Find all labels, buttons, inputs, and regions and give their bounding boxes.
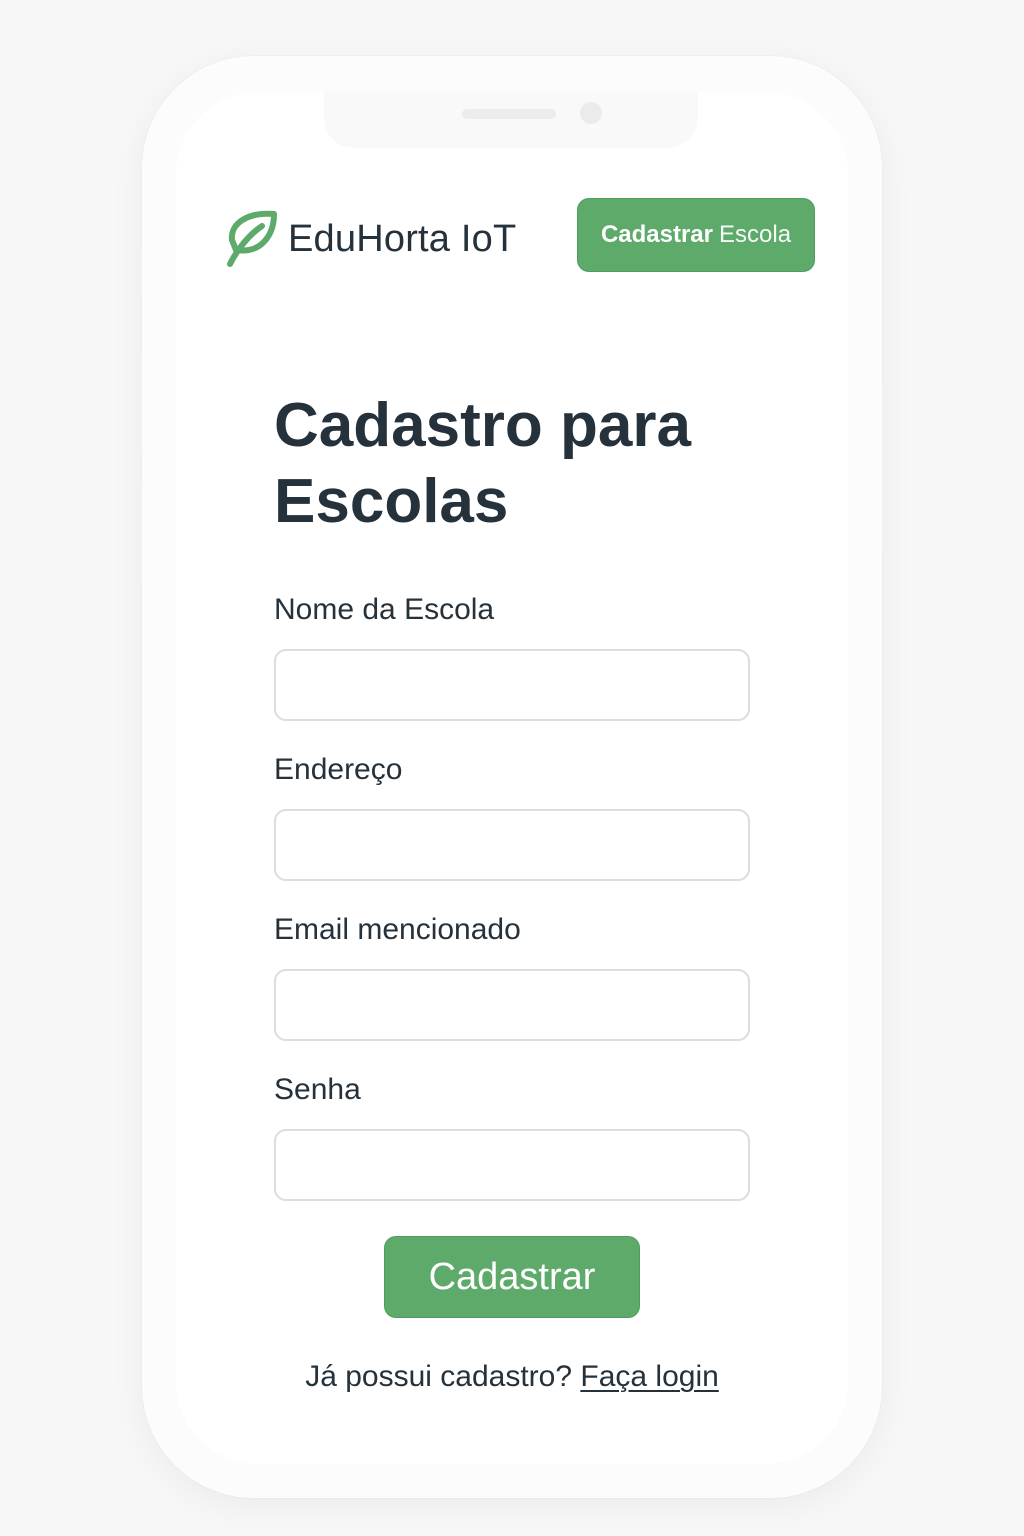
email-input[interactable]: [274, 969, 750, 1041]
login-link[interactable]: Faça login: [580, 1360, 718, 1393]
phone-screen: EduHorta IoT Cadastrar Escola Cadastro p…: [176, 92, 848, 1464]
school-name-label: Nome da Escola: [274, 593, 495, 626]
phone-volume-up: [136, 350, 142, 454]
brand-name: EduHorta IoT: [288, 217, 517, 260]
phone-notch: [324, 92, 698, 148]
brand-logo[interactable]: EduHorta IoT: [224, 210, 516, 268]
leaf-icon: [227, 210, 277, 267]
phone-side-button: [136, 248, 142, 300]
school-name-input[interactable]: [274, 649, 750, 721]
login-prompt: Já possui cadastro? Faça login: [176, 1360, 848, 1394]
phone-volume-down: [136, 482, 142, 586]
register-school-button-light: Escola: [719, 221, 792, 248]
password-label: Senha: [274, 1073, 361, 1106]
address-label: Endereço: [274, 753, 403, 786]
speaker-grille: [462, 109, 556, 119]
phone-power-button: [882, 384, 888, 552]
submit-button[interactable]: Cadastrar: [384, 1236, 640, 1318]
password-input[interactable]: [274, 1129, 750, 1201]
email-label: Email mencionado: [274, 913, 521, 946]
address-input[interactable]: [274, 809, 750, 881]
page-title: Cadastro para Escolas: [274, 391, 691, 536]
register-school-button-bold: Cadastrar: [600, 221, 713, 248]
front-camera: [580, 102, 602, 124]
login-question: Já possui cadastro?: [305, 1360, 573, 1393]
register-school-button[interactable]: Cadastrar Escola: [577, 198, 815, 272]
